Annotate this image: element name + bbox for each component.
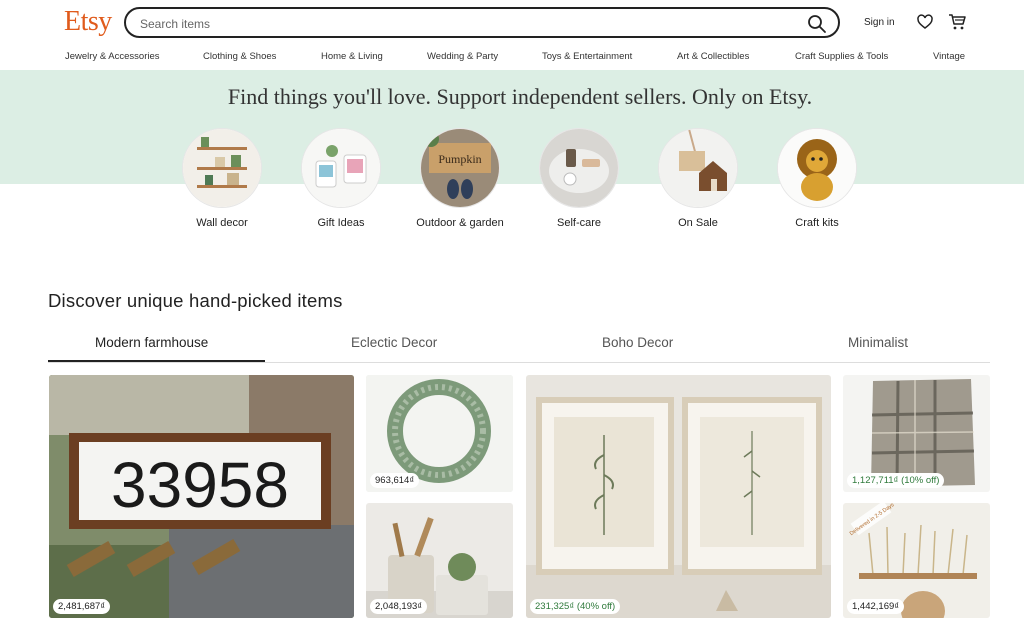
nav-toys[interactable]: Toys & Entertainment xyxy=(542,51,632,62)
section-title: Discover unique hand-picked items xyxy=(48,290,343,311)
category-image: Pumpkin xyxy=(420,128,500,208)
category-image xyxy=(658,128,738,208)
item-card-house-number[interactable]: 33958 2,481,687₫ xyxy=(49,375,354,618)
category-label: Gift Ideas xyxy=(317,217,365,229)
nav-clothing[interactable]: Clothing & Shoes xyxy=(203,51,276,62)
item-image: 33958 xyxy=(49,375,354,618)
nav-vintage[interactable]: Vintage xyxy=(933,51,965,62)
item-card-botanical-prints[interactable]: 231,325₫ (40% off) xyxy=(526,375,831,618)
price-badge: 2,481,687₫ xyxy=(53,599,111,614)
site-header: Etsy Sign in Jewelry & Accessories Cloth… xyxy=(0,0,1024,70)
tab-boho-decor[interactable]: Boho Decor xyxy=(602,335,673,350)
nav-wedding[interactable]: Wedding & Party xyxy=(427,51,498,62)
nav-art[interactable]: Art & Collectibles xyxy=(677,51,749,62)
tab-modern-farmhouse[interactable]: Modern farmhouse xyxy=(95,335,208,350)
category-image xyxy=(539,128,619,208)
category-image xyxy=(777,128,857,208)
category-craft-kits[interactable]: Craft kits xyxy=(767,128,867,230)
category-outdoor-garden[interactable]: Pumpkin Outdoor & garden xyxy=(410,128,510,230)
price-badge: 1,127,711₫ (10% off) xyxy=(847,473,945,488)
house-number-text: 33958 xyxy=(111,449,289,521)
item-image xyxy=(526,375,831,618)
category-wall-decor[interactable]: Wall decor xyxy=(172,128,272,230)
category-label: Self-care xyxy=(556,217,602,229)
item-card-plaid-pillow[interactable]: 1,127,711₫ (10% off) xyxy=(843,375,990,492)
tab-minimalist[interactable]: Minimalist xyxy=(848,335,908,350)
item-card-dried-flowers[interactable]: Delivered in 2-5 Days 1,442,169₫ xyxy=(843,503,990,618)
cart-icon[interactable] xyxy=(948,13,966,31)
price-badge: 963,614₫ xyxy=(370,473,420,488)
item-card-utensil-holder[interactable]: 2,048,193₫ xyxy=(366,503,513,618)
style-tabs: Modern farmhouse Eclectic Decor Boho Dec… xyxy=(48,330,990,363)
tab-eclectic-decor[interactable]: Eclectic Decor xyxy=(351,335,437,350)
category-label: Wall decor xyxy=(196,217,248,229)
etsy-logo[interactable]: Etsy xyxy=(64,6,112,38)
category-label: Outdoor & garden xyxy=(416,217,504,229)
search-bar xyxy=(124,7,840,38)
price-badge: 1,442,169₫ xyxy=(847,599,905,614)
price-badge: 2,048,193₫ xyxy=(370,599,428,614)
category-label: Craft kits xyxy=(795,217,839,229)
search-icon[interactable] xyxy=(806,13,828,35)
active-tab-indicator xyxy=(48,360,265,362)
heart-icon[interactable] xyxy=(917,14,933,30)
svg-text:Pumpkin: Pumpkin xyxy=(438,152,481,166)
category-gift-ideas[interactable]: Gift Ideas xyxy=(291,128,391,230)
price-badge: 231,325₫ (40% off) xyxy=(530,599,621,614)
search-input[interactable] xyxy=(138,13,782,35)
category-nav: Jewelry & Accessories Clothing & Shoes H… xyxy=(0,49,1024,65)
item-card-wreath[interactable]: 963,614₫ xyxy=(366,375,513,492)
category-image xyxy=(301,128,381,208)
nav-craft-supplies[interactable]: Craft Supplies & Tools xyxy=(795,51,888,62)
category-on-sale[interactable]: On Sale xyxy=(648,128,748,230)
category-image xyxy=(182,128,262,208)
category-label: On Sale xyxy=(678,217,718,229)
category-self-care[interactable]: Self-care xyxy=(529,128,629,230)
nav-home-living[interactable]: Home & Living xyxy=(321,51,383,62)
hero-title: Find things you'll love. Support indepen… xyxy=(227,84,813,109)
nav-jewelry[interactable]: Jewelry & Accessories xyxy=(65,51,160,62)
sign-in-link[interactable]: Sign in xyxy=(864,17,895,28)
